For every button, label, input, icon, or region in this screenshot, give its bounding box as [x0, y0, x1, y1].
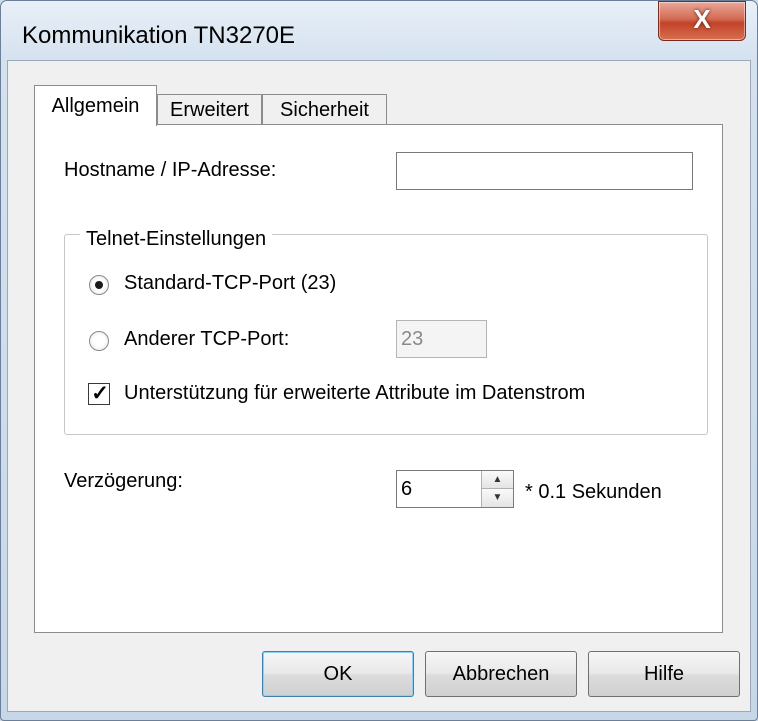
close-button[interactable]: X	[658, 1, 746, 41]
delay-stepper-buttons: ▲ ▼	[481, 471, 513, 507]
stepper-up-icon[interactable]: ▲	[482, 471, 513, 489]
checkmark-icon: ✓	[91, 382, 109, 405]
active-tab-join	[35, 123, 156, 125]
delay-value[interactable]: 6	[401, 471, 412, 507]
close-icon: X	[693, 4, 711, 34]
tab-erweitert[interactable]: Erweitert	[157, 94, 262, 124]
delay-label: Verzögerung:	[64, 470, 183, 492]
delay-unit-label: * 0.1 Sekunden	[525, 481, 662, 503]
window-title: Kommunikation TN3270E	[22, 22, 296, 49]
other-port-radio[interactable]	[89, 331, 109, 351]
delay-stepper[interactable]: 6 ▲ ▼	[396, 470, 514, 508]
standard-port-label[interactable]: Standard-TCP-Port (23)	[124, 272, 336, 295]
hostname-input[interactable]	[396, 152, 693, 190]
radio-selected-dot	[95, 281, 103, 289]
cancel-button[interactable]: Abbrechen	[425, 651, 577, 697]
tab-allgemein[interactable]: Allgemein	[34, 85, 157, 126]
other-port-input[interactable]: 23	[396, 320, 487, 358]
help-button[interactable]: Hilfe	[588, 651, 740, 697]
tab-sicherheit[interactable]: Sicherheit	[262, 94, 387, 124]
stepper-down-icon[interactable]: ▼	[482, 489, 513, 507]
extended-attributes-checkbox[interactable]: ✓	[88, 382, 110, 405]
extended-attributes-label[interactable]: Unterstützung für erweiterte Attribute i…	[124, 382, 585, 405]
other-port-label[interactable]: Anderer TCP-Port:	[124, 328, 289, 351]
ok-button[interactable]: OK	[262, 651, 414, 697]
hostname-label: Hostname / IP-Adresse:	[64, 159, 277, 181]
telnet-settings-legend: Telnet-Einstellungen	[80, 228, 273, 250]
standard-port-radio[interactable]	[89, 275, 109, 295]
